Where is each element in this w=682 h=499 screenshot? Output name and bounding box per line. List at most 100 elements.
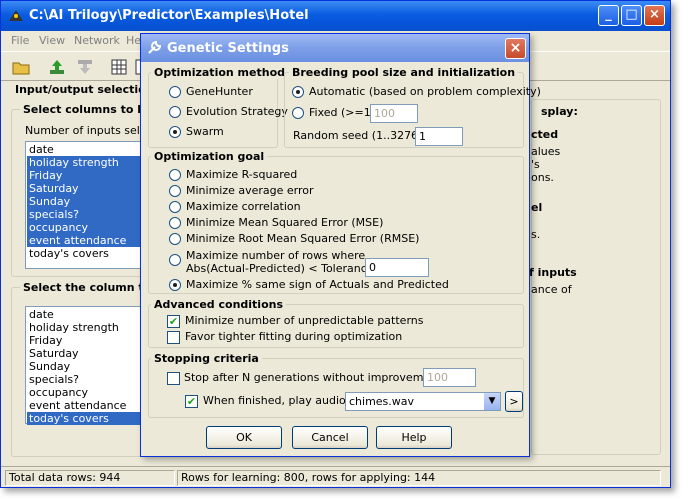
ok-button[interactable]: OK [206,426,282,449]
audio-file-value: chimes.wav [349,395,415,408]
cancel-button[interactable]: Cancel [292,426,368,449]
cted-label: cted [531,128,559,141]
dialog-title: Genetic Settings [167,41,289,56]
advanced-conditions-group: Advanced conditions ✔ Minimize number of… [148,298,524,348]
goal-r-squared-radio[interactable] [169,169,181,181]
automatic-radio[interactable] [292,86,304,98]
right-line-4: s. [531,228,541,241]
chevron-down-icon[interactable]: ▼ [484,393,500,410]
list-item[interactable]: event attendance [27,399,140,412]
stop-after-input[interactable]: 100 [423,368,476,387]
app-icon [9,10,23,21]
menu-network[interactable]: Network [74,34,120,47]
stop-after-checkbox[interactable] [167,372,180,385]
breeding-pool-title: Breeding pool size and initialization [289,66,519,79]
inputs-group: Select columns to be Number of inputs se… [11,103,164,277]
maximize-button[interactable]: □ [621,5,642,26]
optimization-goal-title: Optimization goal [151,150,268,163]
grid-icon[interactable] [109,57,129,77]
list-item[interactable]: specials? [27,373,140,386]
inputs-label: f inputs [529,266,577,279]
stopping-criteria-title: Stopping criteria [151,352,262,365]
help-button[interactable]: Help [376,426,452,449]
genehunter-radio[interactable] [169,86,181,98]
display-panel: splay: cted alues 's ons. el s. f inputs… [529,83,661,459]
goal-avg-error-label: Minimize average error [186,184,314,197]
list-item[interactable]: Sunday [27,360,140,373]
dialog-close-button[interactable]: × [505,38,526,59]
status-rows-split: Rows for learning: 800, rows for applyin… [177,470,661,486]
minimize-unpredictable-label: Minimize number of unpredictable pattern… [185,314,424,327]
random-seed-input[interactable]: 1 [415,127,463,146]
optimization-method-title: Optimization method [151,66,289,79]
display-label: splay: [541,105,578,118]
goal-avg-error-radio[interactable] [169,185,181,197]
title-bar[interactable]: C:\AI Trilogy\Predictor\Examples\Hotel _… [1,1,670,31]
tolerance-input[interactable]: 0 [365,258,429,277]
list-item[interactable]: occupancy [27,221,140,234]
list-item[interactable]: today's covers [27,247,140,260]
menu-help[interactable]: He [126,34,141,47]
goal-correlation-radio[interactable] [169,201,181,213]
open-folder-icon[interactable] [11,57,31,77]
right-line-5: ance of [531,283,572,296]
fixed-radio[interactable] [292,107,304,119]
right-line-3: ons. [531,171,554,184]
download-icon[interactable] [75,57,95,77]
list-item[interactable]: event attendance [27,234,140,247]
evolution-strategy-label: Evolution Strategy [186,105,288,118]
wrench-icon [148,40,162,54]
list-item[interactable]: Saturday [27,182,140,195]
stopping-criteria-group: Stopping criteria Stop after N generatio… [148,352,524,418]
goal-tolerance-line1: Maximize number of rows where [186,249,366,262]
goal-rmse-label: Minimize Root Mean Squared Error (RMSE) [186,232,420,245]
advanced-conditions-title: Advanced conditions [151,298,287,311]
breeding-pool-group: Breeding pool size and initialization Au… [284,66,541,148]
play-audio-checkbox[interactable]: ✔ [185,395,198,408]
inputs-listbox[interactable]: date holiday strength Friday Saturday Su… [25,141,149,269]
list-item[interactable]: date [27,308,140,321]
goal-tolerance-radio[interactable] [169,254,181,266]
goal-mse-label: Minimize Mean Squared Error (MSE) [186,216,384,229]
list-item[interactable]: Saturday [27,347,140,360]
evolution-strategy-radio[interactable] [169,106,181,118]
genehunter-label: GeneHunter [186,85,253,98]
minimize-button[interactable]: _ [598,5,619,26]
list-item[interactable]: holiday strength [27,321,140,334]
dialog-title-bar[interactable]: Genetic Settings × [141,34,529,62]
goal-rmse-radio[interactable] [169,233,181,245]
upload-icon[interactable] [47,57,67,77]
output-group: Select the column to date holiday streng… [11,281,155,457]
goal-correlation-label: Maximize correlation [186,200,301,213]
close-button[interactable]: × [644,5,665,26]
list-item[interactable]: holiday strength [27,156,140,169]
audio-file-select[interactable]: chimes.wav ▼ [345,392,501,411]
menu-view[interactable]: View [39,34,65,47]
list-item[interactable]: Sunday [27,195,140,208]
list-item[interactable]: date [27,143,140,156]
goal-same-sign-radio[interactable] [169,279,181,291]
goal-mse-radio[interactable] [169,217,181,229]
favor-tighter-checkbox[interactable] [167,331,180,344]
list-item[interactable]: today's covers [27,412,140,425]
fixed-size-input[interactable]: 100 [370,104,418,123]
random-seed-label: Random seed (1..32767): [293,129,434,142]
menu-file[interactable]: File [11,34,29,47]
status-total-rows: Total data rows: 944 [5,470,175,486]
optimization-goal-group: Optimization goal Maximize R-squared Min… [148,150,524,294]
genetic-settings-dialog: Genetic Settings × Optimization method G… [140,33,541,457]
list-item[interactable]: Friday [27,334,140,347]
goal-r-squared-label: Maximize R-squared [186,168,298,181]
list-item[interactable]: Friday [27,169,140,182]
swarm-radio[interactable] [169,126,181,138]
minimize-unpredictable-checkbox[interactable]: ✔ [167,315,180,328]
el-label: el [531,201,543,214]
list-item[interactable]: specials? [27,208,140,221]
right-line-1: alues [531,145,561,158]
output-group-title: Select the column to [20,281,155,294]
goal-same-sign-label: Maximize % same sign of Actuals and Pred… [186,278,449,291]
list-item[interactable]: occupancy [27,386,140,399]
output-listbox[interactable]: date holiday strength Friday Saturday Su… [25,306,149,425]
play-audio-button[interactable]: > [505,391,523,412]
right-line-2: 's [531,158,540,171]
